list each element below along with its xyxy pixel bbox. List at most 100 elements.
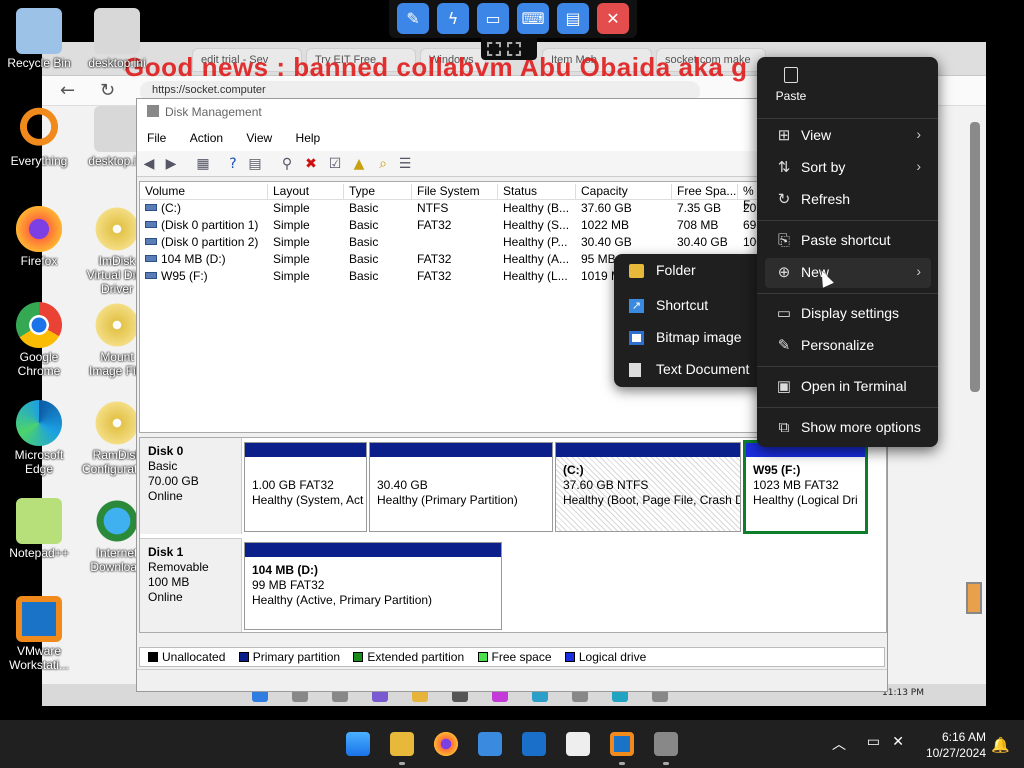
menu-item-display-settings[interactable]: ▭ Display settings <box>765 299 931 329</box>
close-icon[interactable]: ✕ <box>597 3 629 34</box>
vmware-icon[interactable] <box>610 732 634 756</box>
menu-item-show-more-options[interactable]: ⧉ Show more options <box>765 413 931 443</box>
help-icon[interactable]: ? <box>225 156 241 172</box>
table-cell: Basic <box>349 235 379 249</box>
back-icon[interactable]: ← <box>60 80 75 101</box>
submenu-item-text-document[interactable]: Text Document <box>614 355 766 385</box>
system-clock[interactable]: 6:16 AM 10/27/2024 <box>926 729 986 761</box>
back-icon[interactable]: ◀ <box>141 156 157 172</box>
paste-button[interactable]: Paste <box>769 67 813 103</box>
delete-icon[interactable]: ✖ <box>303 156 319 172</box>
partition-size: 1.00 GB FAT32 <box>252 478 334 492</box>
menu-file[interactable]: File <box>147 131 166 145</box>
drag-handle[interactable] <box>481 38 537 60</box>
keyboard-icon[interactable]: ⌨ <box>517 3 549 34</box>
forward-icon[interactable]: ▶ <box>163 156 179 172</box>
menu-item-personalize[interactable]: ✎ Personalize <box>765 331 931 361</box>
menu-label: Display settings <box>801 305 900 321</box>
volume-icon <box>145 272 157 279</box>
menu-action[interactable]: Action <box>190 131 223 145</box>
store-icon[interactable] <box>478 732 502 756</box>
column-header[interactable]: Volume <box>140 184 268 200</box>
table-row[interactable]: (C:) Simple Basic NTFS Healthy (B... 37.60 GB… <box>140 200 760 217</box>
file-explorer-icon[interactable] <box>390 732 414 756</box>
desktop-icon-notepadpp[interactable]: Notepad++ <box>4 498 74 560</box>
grid-icon: ⊞ <box>777 127 791 144</box>
legend-label: Free space <box>491 650 552 664</box>
disk-size: 70.00 GB <box>148 474 199 488</box>
outlook-icon[interactable] <box>522 732 546 756</box>
desktop-icon-firefox[interactable]: Firefox <box>4 206 74 268</box>
7zip-icon[interactable] <box>566 732 590 756</box>
column-header[interactable]: Free Spa... <box>672 184 738 200</box>
disk-management-icon[interactable] <box>654 732 678 756</box>
submenu-item-folder[interactable]: Folder <box>614 256 766 286</box>
table-cell: Simple <box>273 269 310 283</box>
volume-icon <box>145 238 157 245</box>
submenu-item-shortcut[interactable]: ↗ Shortcut <box>614 291 766 321</box>
partition-status: Healthy (System, Act <box>252 493 364 507</box>
start-icon[interactable] <box>346 732 370 756</box>
disk1-label[interactable]: Disk 1 Removable 100 MB Online <box>140 538 242 632</box>
volume-muted-icon[interactable]: ✕ <box>892 734 904 750</box>
table-row[interactable]: (Disk 0 partition 2) Simple Basic Healthy (… <box>140 234 763 251</box>
menu-item-view[interactable]: ⊞ View › <box>765 121 931 151</box>
column-header[interactable]: Capacity <box>576 184 672 200</box>
column-header[interactable]: Type <box>344 184 412 200</box>
column-header[interactable]: Layout <box>268 184 344 200</box>
chat-icon[interactable]: ▤ <box>557 3 589 34</box>
scrollbar[interactable] <box>970 122 980 392</box>
lightning-icon[interactable]: ϟ <box>437 3 469 34</box>
partition-block[interactable]: 30.40 GB Healthy (Primary Partition) <box>369 442 553 532</box>
volume-name: W95 (F:) <box>161 269 208 283</box>
firefox-icon[interactable] <box>434 732 458 756</box>
disk0-label[interactable]: Disk 0 Basic 70.00 GB Online <box>140 438 242 534</box>
menu-item-refresh[interactable]: ↻ Refresh <box>765 185 931 215</box>
connect-icon[interactable]: ⚲ <box>279 156 295 172</box>
pin-icon[interactable]: ✎ <box>397 3 429 34</box>
desktop-icon-recycle-bin[interactable]: Recycle Bin <box>4 8 74 70</box>
chevron-up-icon[interactable]: ︿ <box>832 734 846 754</box>
notification-bell-icon[interactable]: 🔔 <box>991 736 1010 754</box>
table-cell: Basic <box>349 252 379 266</box>
desktop-icon-desktop-ini[interactable]: desktop.ini <box>82 8 152 70</box>
desktop-icon-everything[interactable]: Everything <box>4 106 74 168</box>
folder-up-icon[interactable]: ▲ <box>351 156 367 172</box>
check-icon[interactable]: ☑ <box>327 156 343 172</box>
search-folder-icon[interactable]: ⌕ <box>375 156 391 172</box>
partition-size: 1023 MB FAT32 <box>753 478 839 492</box>
properties-icon[interactable]: ▤ <box>247 156 263 172</box>
desktop-icon-edge[interactable]: Microsoft Edge <box>4 400 74 476</box>
menu-view[interactable]: View <box>246 131 272 145</box>
list-icon[interactable]: ☰ <box>397 156 413 172</box>
menu-item-sort-by[interactable]: ⇅ Sort by › <box>765 153 931 183</box>
submenu-label: Text Document <box>656 361 750 377</box>
menu-item-open-terminal[interactable]: ▣ Open in Terminal <box>765 372 931 402</box>
legend-swatch <box>238 652 249 662</box>
menu-separator <box>757 293 938 294</box>
disk-name: Disk 1 <box>148 545 184 559</box>
desktop-icon-chrome[interactable]: Google Chrome <box>4 302 74 378</box>
menu-item-paste-shortcut[interactable]: ⎘ Paste shortcut <box>765 226 931 256</box>
legend-swatch <box>353 652 364 662</box>
reload-icon[interactable]: ↻ <box>100 80 115 101</box>
side-app-icon[interactable] <box>966 582 982 614</box>
partition-block-c[interactable]: (C:) 37.60 GB NTFS Healthy (Boot, Page Fil… <box>555 442 741 532</box>
desktop-icon-vmware[interactable]: VMware Workstati... <box>4 596 74 672</box>
column-header[interactable]: Status <box>498 184 576 200</box>
partition-title <box>252 463 359 478</box>
edge-icon <box>16 400 62 446</box>
table-row[interactable]: (Disk 0 partition 1) Simple Basic FAT32 Heal… <box>140 217 760 234</box>
partition-block[interactable]: 1.00 GB FAT32 Healthy (System, Act <box>244 442 367 532</box>
column-header[interactable]: File System <box>412 184 498 200</box>
disc-icon <box>94 302 140 348</box>
network-icon[interactable]: ▭ <box>867 734 880 750</box>
volume-list-header: Volume Layout Type File System Status Ca… <box>140 182 764 212</box>
monitor-icon[interactable]: ▭ <box>477 3 509 34</box>
console-tree-icon[interactable]: ▦ <box>195 156 211 172</box>
menu-item-new[interactable]: ⊕ New › <box>765 258 931 288</box>
partition-block-d[interactable]: 104 MB (D:) 99 MB FAT32 Healthy (Active, P… <box>244 542 502 630</box>
menu-help[interactable]: Help <box>296 131 321 145</box>
submenu-item-bitmap[interactable]: Bitmap image <box>614 323 766 353</box>
partition-block-f-selected[interactable]: W95 (F:) 1023 MB FAT32 Healthy (Logical Dr… <box>743 440 868 534</box>
